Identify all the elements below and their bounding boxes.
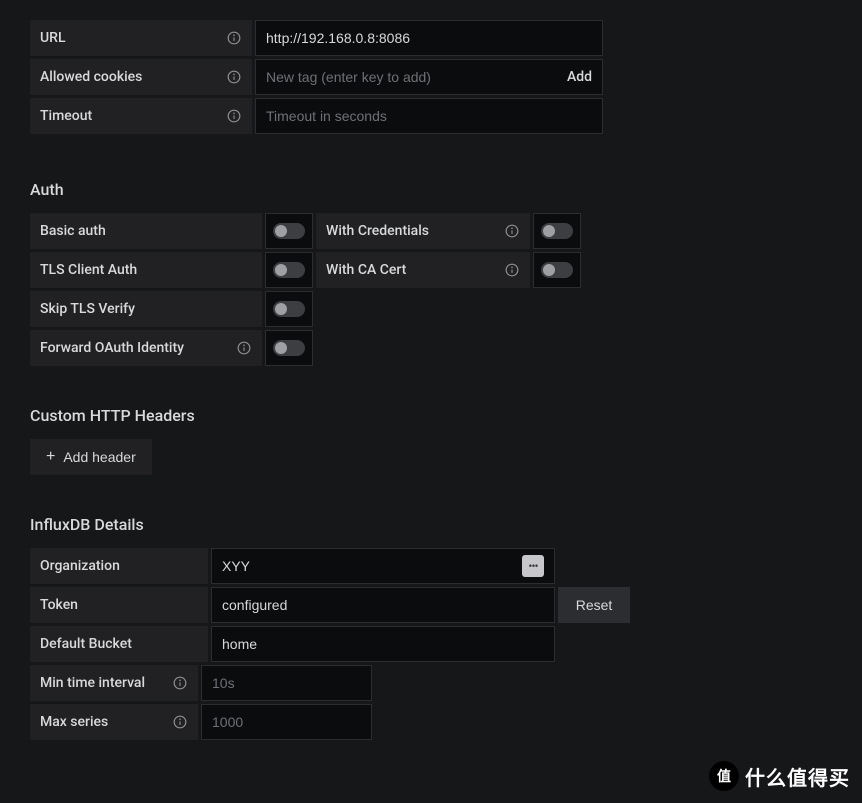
max-series-label: Max series: [30, 704, 198, 740]
token-input[interactable]: [222, 597, 544, 613]
default-bucket-input-wrapper: [211, 626, 555, 662]
add-header-button[interactable]: + Add header: [30, 439, 152, 475]
add-tag-button[interactable]: Add: [567, 69, 592, 85]
info-icon[interactable]: [172, 675, 188, 691]
tls-client-auth-toggle-wrapper: [265, 252, 313, 288]
info-icon[interactable]: [236, 340, 252, 356]
influxdb-details-title: InfluxDB Details: [30, 515, 832, 534]
custom-headers-title: Custom HTTP Headers: [30, 406, 832, 425]
watermark-icon: 值: [709, 761, 739, 791]
dots-icon[interactable]: •••: [522, 555, 544, 577]
with-cacert-toggle[interactable]: [541, 262, 573, 278]
min-time-interval-input-wrapper: [201, 665, 372, 701]
skip-tls-verify-toggle-wrapper: [265, 291, 313, 327]
forward-oauth-label: Forward OAuth Identity: [30, 330, 262, 366]
default-bucket-label: Default Bucket: [30, 626, 208, 662]
basic-auth-toggle[interactable]: [273, 223, 305, 239]
info-icon[interactable]: [226, 30, 242, 46]
tls-client-auth-label: TLS Client Auth: [30, 252, 262, 288]
forward-oauth-toggle-wrapper: [265, 330, 313, 366]
min-time-interval-input[interactable]: [212, 675, 361, 691]
max-series-input-wrapper: [201, 704, 372, 740]
info-icon[interactable]: [504, 223, 520, 239]
with-credentials-label: With Credentials: [316, 213, 530, 249]
timeout-input-wrapper: [255, 98, 603, 134]
with-credentials-toggle[interactable]: [541, 223, 573, 239]
timeout-label: Timeout: [30, 98, 252, 134]
basic-auth-label: Basic auth: [30, 213, 262, 249]
url-input-wrapper: [255, 20, 603, 56]
reset-label: Reset: [576, 597, 613, 613]
default-bucket-input[interactable]: [222, 636, 544, 652]
info-icon[interactable]: [226, 108, 242, 124]
url-label: URL: [30, 20, 252, 56]
allowed-cookies-label: Allowed cookies: [30, 59, 252, 95]
token-input-wrapper: [211, 587, 555, 623]
allowed-cookies-input[interactable]: [266, 69, 567, 85]
info-icon[interactable]: [226, 69, 242, 85]
reset-button[interactable]: Reset: [558, 587, 630, 623]
skip-tls-verify-label: Skip TLS Verify: [30, 291, 262, 327]
token-label: Token: [30, 587, 208, 623]
add-header-label: Add header: [63, 449, 135, 465]
organization-label: Organization: [30, 548, 208, 584]
allowed-cookies-input-wrapper: Add: [255, 59, 603, 95]
plus-icon: +: [46, 449, 55, 465]
url-input[interactable]: [266, 30, 592, 46]
min-time-interval-label: Min time interval: [30, 665, 198, 701]
with-credentials-toggle-wrapper: [533, 213, 581, 249]
forward-oauth-toggle[interactable]: [273, 340, 305, 356]
watermark: 值 什么值得买: [709, 761, 850, 791]
timeout-input[interactable]: [266, 108, 592, 124]
organization-input-wrapper: •••: [211, 548, 555, 584]
basic-auth-toggle-wrapper: [265, 213, 313, 249]
info-icon[interactable]: [504, 262, 520, 278]
info-icon[interactable]: [172, 714, 188, 730]
with-cacert-label: With CA Cert: [316, 252, 530, 288]
auth-section-title: Auth: [30, 180, 832, 199]
tls-client-auth-toggle[interactable]: [273, 262, 305, 278]
with-cacert-toggle-wrapper: [533, 252, 581, 288]
watermark-text: 什么值得买: [745, 762, 850, 791]
max-series-input[interactable]: [212, 714, 361, 730]
organization-input[interactable]: [222, 558, 522, 574]
skip-tls-verify-toggle[interactable]: [273, 301, 305, 317]
